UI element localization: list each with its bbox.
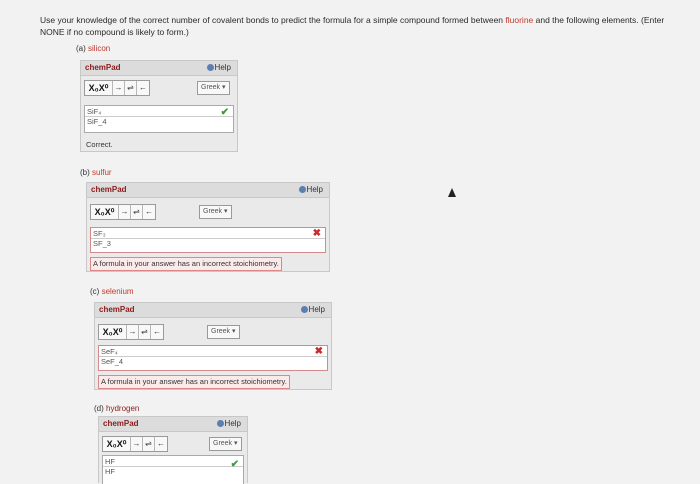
greek-dropdown[interactable]: Greek ▾ [197,81,230,95]
greek-dropdown[interactable]: Greek ▾ [199,205,232,219]
chempad-d: chemPad Help X₀X⁰ → ⇌ ← Greek ▾ HF HF ✔ [98,416,248,484]
help-button[interactable]: Help [300,303,325,317]
tool-group: X₀X⁰ → ⇌ ← [102,436,168,452]
greek-dropdown[interactable]: Greek ▾ [207,325,240,339]
toolbar: X₀X⁰ → ⇌ ← Greek ▾ [95,318,331,344]
question-a-label: (a) silicon [76,44,111,53]
chempad-header: chemPad Help [87,183,329,198]
toolbar: X₀X⁰ → ⇌ ← Greek ▾ [99,432,247,454]
help-icon [298,186,306,194]
equilibrium-button[interactable]: ⇌ [131,205,143,219]
checkmark-icon: ✔ [220,107,229,118]
toolbar: X₀X⁰ → ⇌ ← Greek ▾ [87,198,329,224]
instructions: Use your knowledge of the correct number… [40,14,690,38]
tool-group: X₀X⁰ → ⇌ ← [84,80,150,96]
help-icon [300,306,308,314]
mouse-cursor-icon [448,188,456,197]
dropdown-triangle-icon: ▾ [224,208,228,215]
question-d-label: (d) hydrogen [94,404,140,413]
x-mark-icon: ✖ [312,228,321,239]
help-button[interactable]: Help [206,61,231,75]
dropdown-triangle-icon: ▾ [232,328,236,335]
help-button[interactable]: Help [216,417,241,431]
feedback-c: A formula in your answer has an incorrec… [98,375,290,389]
x-mark-icon: ✖ [314,346,323,357]
equilibrium-button[interactable]: ⇌ [143,437,155,451]
subscript-superscript-button[interactable]: X₀X⁰ [85,81,113,95]
chempad-a: chemPad Help X₀X⁰ → ⇌ ← Greek ▾ SiF₄ SiF… [80,60,238,152]
help-icon [216,420,224,428]
arrow-right-button[interactable]: → [131,437,143,451]
answer-field-b[interactable]: SF₃ SF_3 ✖ [90,227,326,253]
tool-group: X₀X⁰ → ⇌ ← [98,324,164,340]
chempad-b: chemPad Help X₀X⁰ → ⇌ ← Greek ▾ SF₃ SF_3… [86,182,330,272]
help-icon [206,64,214,72]
question-c-label: (c) selenium [90,287,134,296]
tool-group: X₀X⁰ → ⇌ ← [90,204,156,220]
equilibrium-button[interactable]: ⇌ [125,81,137,95]
feedback-a: Correct. [86,140,113,149]
arrow-left-button[interactable]: ← [143,205,155,219]
help-button[interactable]: Help [298,183,323,197]
subscript-superscript-button[interactable]: X₀X⁰ [91,205,119,219]
dropdown-triangle-icon: ▾ [234,440,238,447]
instructions-accent: fluorine [505,15,534,25]
greek-dropdown[interactable]: Greek ▾ [209,437,242,451]
chempad-header: chemPad Help [81,61,237,76]
question-b-label: (b) sulfur [80,168,112,177]
equilibrium-button[interactable]: ⇌ [139,325,151,339]
chempad-c: chemPad Help X₀X⁰ → ⇌ ← Greek ▾ SeF₄ SeF… [94,302,332,390]
arrow-right-button[interactable]: → [113,81,125,95]
arrow-left-button[interactable]: ← [137,81,149,95]
subscript-superscript-button[interactable]: X₀X⁰ [99,325,127,339]
toolbar: X₀X⁰ → ⇌ ← Greek ▾ [81,76,237,98]
instructions-text-1: Use your knowledge of the correct number… [40,15,506,25]
checkmark-icon: ✔ [230,459,239,470]
chempad-header: chemPad Help [95,303,331,318]
answer-field-a[interactable]: SiF₄ SiF_4 ✔ [84,105,234,133]
answer-field-c[interactable]: SeF₄ SeF_4 ✖ [98,345,328,371]
subscript-superscript-button[interactable]: X₀X⁰ [103,437,131,451]
feedback-b: A formula in your answer has an incorrec… [90,257,282,271]
dropdown-triangle-icon: ▾ [222,84,226,91]
arrow-right-button[interactable]: → [119,205,131,219]
chempad-header: chemPad Help [99,417,247,432]
arrow-left-button[interactable]: ← [151,325,163,339]
arrow-left-button[interactable]: ← [155,437,167,451]
arrow-right-button[interactable]: → [127,325,139,339]
answer-field-d[interactable]: HF HF ✔ [102,455,244,484]
